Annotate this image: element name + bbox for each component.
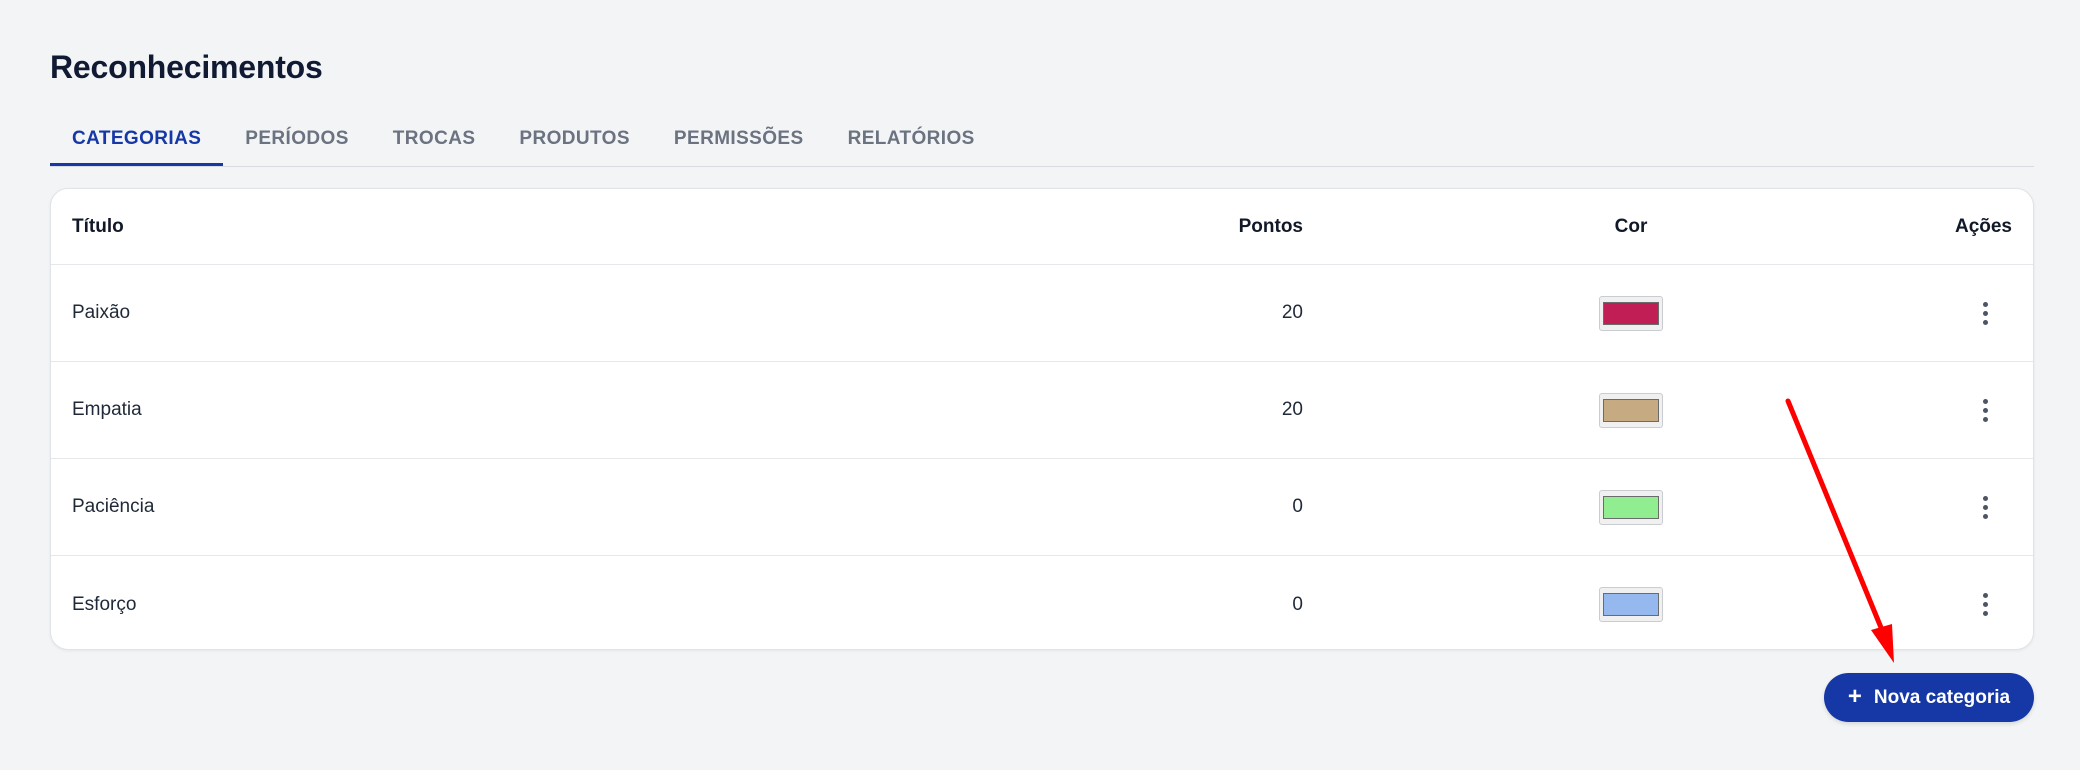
category-color <box>1598 489 1664 525</box>
new-category-label: Nova categoria <box>1873 686 2011 708</box>
color-picker[interactable] <box>1599 295 1663 331</box>
header-title: Título <box>72 215 124 237</box>
kebab-menu-icon[interactable] <box>1977 298 1993 328</box>
tab-relatorios[interactable]: RELATÓRIOS <box>826 112 997 166</box>
kebab-menu-icon[interactable] <box>1977 590 1993 620</box>
page-title: Reconhecimentos <box>50 49 323 86</box>
kebab-menu-icon[interactable] <box>1977 395 1993 425</box>
category-title: Paciência <box>72 496 155 517</box>
category-points: 0 <box>1292 593 1303 615</box>
header-points: Pontos <box>1238 215 1303 237</box>
header-actions: Ações <box>1954 215 2012 237</box>
tab-bar: CATEGORIAS PERÍODOS TROCAS PRODUTOS PERM… <box>50 112 2034 167</box>
color-picker[interactable] <box>1599 392 1663 428</box>
tab-produtos[interactable]: PRODUTOS <box>497 112 652 166</box>
color-swatch <box>1603 301 1659 325</box>
category-points: 0 <box>1292 496 1303 517</box>
color-swatch <box>1603 593 1659 616</box>
new-category-button[interactable]: + Nova categoria <box>1824 673 2034 722</box>
category-color <box>1598 295 1664 331</box>
category-title: Esforço <box>72 593 137 615</box>
table-row: Paixão 20 <box>51 265 2033 362</box>
color-picker[interactable] <box>1599 587 1663 622</box>
tab-permissoes[interactable]: PERMISSÕES <box>652 112 826 166</box>
color-swatch <box>1603 398 1659 422</box>
table-row: Paciência 0 <box>51 459 2033 556</box>
category-title: Paixão <box>72 302 131 323</box>
table-header-row: Título Pontos Cor Ações <box>51 189 2033 265</box>
tab-categorias[interactable]: CATEGORIAS <box>50 112 224 166</box>
plus-icon: + <box>1847 682 1862 710</box>
category-points: 20 <box>1281 302 1303 323</box>
category-color <box>1598 587 1664 622</box>
color-swatch <box>1603 495 1659 519</box>
tab-periodos[interactable]: PERÍODOS <box>223 112 371 166</box>
color-picker[interactable] <box>1599 489 1663 525</box>
table-row: Esforço 0 <box>51 556 2033 649</box>
category-points: 20 <box>1281 399 1303 420</box>
category-title: Empatia <box>72 399 142 420</box>
header-color: Cor <box>1614 215 1648 237</box>
categories-table: Título Pontos Cor Ações Paixão 20 Empati… <box>50 188 2034 650</box>
table-row: Empatia 20 <box>51 362 2033 459</box>
tab-trocas[interactable]: TROCAS <box>371 112 498 166</box>
category-color <box>1598 392 1664 428</box>
kebab-menu-icon[interactable] <box>1977 492 1993 522</box>
